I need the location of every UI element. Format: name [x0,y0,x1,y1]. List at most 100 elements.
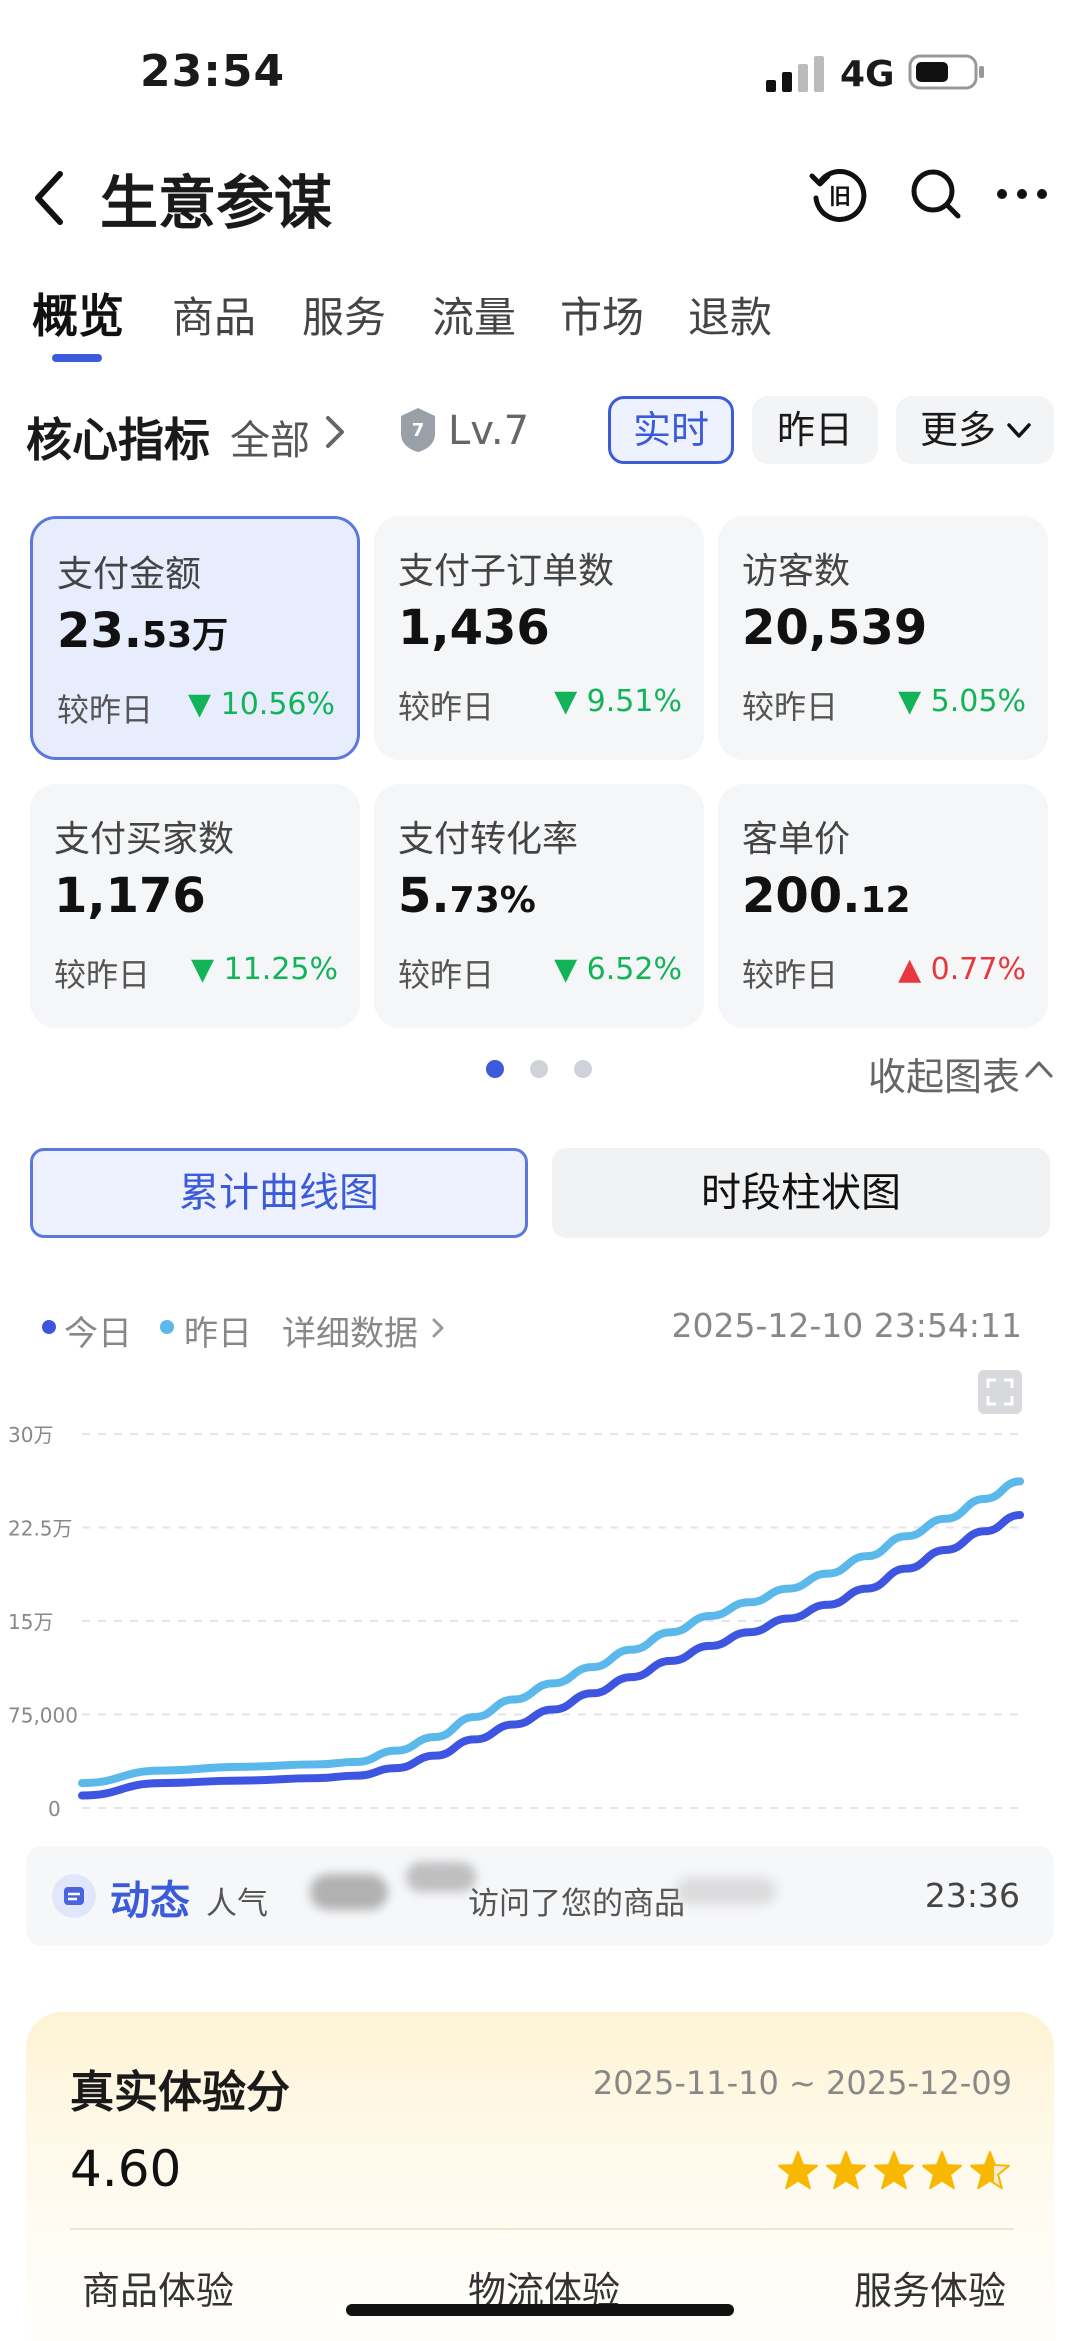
metric-compare-label: 较昨日 [54,956,151,994]
service-experience-label[interactable]: 服务体验 [854,2260,1006,2315]
metric-card-conversion-rate[interactable]: 支付转化率 5.73% 较昨日 ▼ 6.52% [374,784,704,1028]
star-icon [922,2151,962,2190]
metric-label: 客单价 [742,819,851,860]
more-dropdown[interactable]: 更多 [896,396,1054,464]
metric-delta: ▼ 11.25% [191,952,338,987]
history-icon[interactable]: 旧 [806,162,870,226]
core-metrics-header: 核心指标 全部 7 Lv.7 实时 昨日 更多 [0,390,1080,480]
level-badge-number: 7 [412,420,425,441]
experience-title: 真实体验分 [70,2067,290,2118]
y-tick-label: 75,000 [8,1704,78,1728]
battery-icon [908,54,984,90]
hourly-bar-tab[interactable]: 时段柱状图 [552,1148,1050,1238]
detail-data-link[interactable]: 详细数据 [282,1306,418,1355]
y-tick-label: 0 [48,1797,61,1821]
tab-overview[interactable]: 概览 [32,280,124,346]
chevron-up-icon [1025,1061,1053,1078]
more-icon[interactable] [990,162,1054,226]
realtime-button[interactable]: 实时 [608,396,734,464]
metric-delta: ▼ 5.05% [898,684,1026,719]
experience-date-range: 2025-11-10 ~ 2025-12-09 [592,2064,1012,2102]
star-icon [970,2151,1010,2190]
legend-yesterday[interactable]: 昨日 [184,1306,252,1355]
redacted-blur [676,1878,776,1904]
core-metrics-title: 核心指标 [26,413,210,467]
y-tick-label: 15万 [8,1610,53,1634]
divider [70,2228,1014,2230]
cumulative-curve-tab[interactable]: 累计曲线图 [30,1148,528,1238]
tab-service[interactable]: 服务 [302,284,386,345]
y-tick-label: 22.5万 [8,1517,73,1541]
metric-value: 5.73% [398,868,536,924]
svg-text:旧: 旧 [829,185,851,210]
metric-delta: ▼ 10.56% [188,687,335,722]
metric-card-payment-amount[interactable]: 支付金额 23.53万 较昨日 ▼ 10.56% [30,516,360,760]
chart-legend: 今日 昨日 详细数据 2025-12-10 23:54:11 [0,1300,1080,1360]
activity-feed[interactable]: 动态 人气 访问了您的商品 23:36 [26,1846,1054,1946]
metric-label: 支付买家数 [54,819,235,860]
y-axis-labels: 30万 22.5万 15万 75,000 0 [8,1423,78,1821]
yesterday-button[interactable]: 昨日 [752,396,878,464]
pager-dot[interactable] [574,1060,592,1078]
activity-message: 访问了您的商品 [468,1886,685,1922]
redacted-blur [406,1862,476,1892]
y-tick-label: 30万 [8,1423,53,1447]
collapse-chart-button[interactable]: 收起图表 [868,1046,1053,1101]
legend-dot-yesterday [160,1320,174,1334]
legend-dot-today [42,1320,56,1334]
experience-score: 4.60 [70,2140,182,2198]
metric-card-buyers[interactable]: 支付买家数 1,176 较昨日 ▼ 11.25% [30,784,360,1028]
metric-value: 20,539 [742,600,928,656]
chevron-right-icon[interactable] [322,412,348,452]
level-badge-icon: 7 [401,408,435,452]
tab-market[interactable]: 市场 [560,284,644,345]
metric-label: 支付子订单数 [398,551,615,592]
metric-delta: ▼ 9.51% [554,684,682,719]
tab-traffic[interactable]: 流量 [432,284,516,345]
metric-value: 1,436 [398,600,550,656]
network-label: 4G [840,54,895,95]
experience-score-card[interactable]: 真实体验分 2025-11-10 ~ 2025-12-09 4.60 商品体验 … [26,2012,1054,2341]
metric-value: 1,176 [54,868,206,924]
star-icon [826,2151,866,2190]
chart-grid [82,1433,1024,1809]
metric-card-avg-order-value[interactable]: 客单价 200.12 较昨日 ▲ 0.77% [718,784,1048,1028]
back-icon[interactable] [30,166,70,230]
pager-dot[interactable] [486,1060,504,1078]
metric-compare-label: 较昨日 [398,956,495,994]
chevron-down-icon [1007,423,1031,438]
data-timestamp: 2025-12-10 23:54:11 [671,1306,1022,1345]
fullscreen-icon[interactable] [978,1370,1022,1414]
legend-today[interactable]: 今日 [64,1306,132,1355]
status-bar: 23:54 4G [0,0,1080,140]
activity-prefix: 人气 [206,1886,268,1922]
activity-text: 人气 访问了您的商品 [206,1862,926,1923]
metric-card-sub-orders[interactable]: 支付子订单数 1,436 较昨日 ▼ 9.51% [374,516,704,760]
level-label: Lv.7 [448,408,530,454]
search-icon[interactable] [904,162,968,226]
metric-delta: ▲ 0.77% [898,952,1026,987]
metric-compare-label: 较昨日 [398,688,495,726]
more-dropdown-label: 更多 [920,408,997,452]
star-rating [778,2151,1010,2190]
redacted-blur [310,1874,388,1910]
home-indicator [346,2304,734,2316]
active-tab-indicator [52,354,102,362]
tab-products[interactable]: 商品 [172,284,256,345]
metric-value: 200.12 [742,868,911,924]
activity-icon [52,1874,96,1918]
chevron-right-icon[interactable] [430,1316,446,1340]
pager-dot[interactable] [530,1060,548,1078]
tab-refund[interactable]: 退款 [688,284,772,345]
metric-card-visitors[interactable]: 访客数 20,539 较昨日 ▼ 5.05% [718,516,1048,760]
product-experience-label[interactable]: 商品体验 [82,2260,234,2315]
scope-selector[interactable]: 全部 [230,408,310,466]
activity-time: 23:36 [924,1876,1020,1915]
status-time: 23:54 [140,46,286,97]
signal-icon [766,56,824,92]
nav-header: 生意参谋 旧 [0,140,1080,260]
star-icon [874,2151,914,2190]
star-icon [778,2151,818,2190]
cumulative-line-chart[interactable]: 30万22.5万15万75,0000 00:0008:0016:0023:00 [0,1370,1080,1830]
metric-label: 支付转化率 [398,819,579,860]
